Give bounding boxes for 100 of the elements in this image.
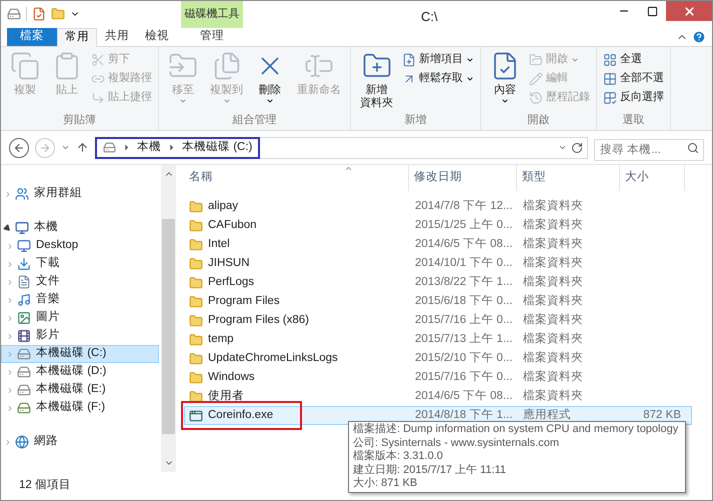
file-row[interactable]: UpdateChromeLinksLogs 2015/2/10 下午 0... 檔案資料夾 xyxy=(184,349,692,368)
type-cell-text: 檔案資料夾 xyxy=(522,217,584,233)
back-button[interactable] xyxy=(9,138,29,158)
breadcrumb-arrow-icon[interactable] xyxy=(167,143,176,152)
tree-item[interactable]: 本機 xyxy=(1,219,159,237)
history-caret-icon[interactable] xyxy=(558,143,567,152)
folder-icon xyxy=(189,294,203,308)
ribbon-tab[interactable]: 檔案 xyxy=(7,28,57,46)
folder-icon xyxy=(189,314,203,328)
date-cell-text: 2014/6/5 下午 08... xyxy=(414,236,514,252)
column-header[interactable]: 名稱 xyxy=(184,165,409,191)
size-cell-text: 872 KB xyxy=(642,408,682,423)
scissors-icon xyxy=(91,52,105,66)
forward-button[interactable] xyxy=(35,138,55,158)
ribbon-button[interactable]: 內容 xyxy=(485,47,525,112)
ribbon-button[interactable]: 反向選擇 xyxy=(601,88,666,107)
scrollbar-thumb[interactable] xyxy=(162,219,175,434)
sort-ascending-icon xyxy=(344,164,353,173)
address-field[interactable]: 本機 本機磁碟 (C:) xyxy=(95,136,588,158)
file-row[interactable]: alipay 2014/7/8 下午 12... 檔案資料夾 xyxy=(184,197,692,216)
tree-item[interactable]: 本機磁碟 (E:) xyxy=(1,381,159,399)
file-row[interactable]: temp 2015/7/13 上午 1... 檔案資料夾 xyxy=(184,330,692,349)
ribbon-button[interactable]: 輕鬆存取 xyxy=(400,69,476,88)
recent-caret-icon[interactable] xyxy=(61,143,70,152)
tree-item[interactable]: Desktop xyxy=(1,237,159,255)
tree-item[interactable]: 本機磁碟 (D:) xyxy=(1,363,159,381)
expanded-arrow-icon[interactable] xyxy=(4,224,12,232)
tree-item[interactable]: 本機磁碟 (C:) xyxy=(1,345,159,363)
file-name: PerfLogs xyxy=(208,274,254,290)
tree-item[interactable]: 本機磁碟 (F:) xyxy=(1,399,159,417)
type-cell-text: 檔案資料夾 xyxy=(522,274,584,290)
computer-icon xyxy=(15,221,29,235)
invert-selection-icon xyxy=(603,90,617,104)
file-name: alipay xyxy=(208,198,238,214)
window-title: C:\ xyxy=(421,8,438,26)
drive-icon xyxy=(7,7,21,21)
file-row[interactable]: Program Files (x86) 2015/7/16 上午 0... 檔案資料夾 xyxy=(184,311,692,330)
new-folder-icon[interactable] xyxy=(51,7,65,21)
ribbon-tab[interactable]: 管理 xyxy=(181,28,243,46)
tree-item[interactable]: 網路 xyxy=(1,433,159,451)
ribbon-button[interactable]: 全選 xyxy=(601,50,666,69)
file-name: JIHSUN xyxy=(208,256,250,271)
ribbon-button[interactable]: 新增 資料夾 xyxy=(355,47,398,112)
folder-icon xyxy=(189,370,203,384)
help-icon[interactable] xyxy=(692,30,706,44)
file-row[interactable]: JIHSUN 2014/10/1 下午 0... 檔案資料夾 xyxy=(184,254,692,273)
breadcrumb-arrow-icon[interactable] xyxy=(122,143,131,152)
tree-item[interactable]: 影片 xyxy=(1,327,159,345)
folder-icon xyxy=(189,256,203,270)
button-label: 資料夾 xyxy=(360,97,393,110)
copy-icon xyxy=(10,51,40,81)
ribbon-button[interactable]: 刪除 xyxy=(250,47,290,112)
column-header[interactable]: 類型 xyxy=(517,165,620,191)
file-row[interactable]: Intel 2014/6/5 下午 08... 檔案資料夾 xyxy=(184,235,692,254)
group-label: 剪貼簿 xyxy=(62,112,97,128)
tree-item[interactable]: 圖片 xyxy=(1,309,159,327)
type-cell-text: 檔案資料夾 xyxy=(522,198,584,214)
documents-icon xyxy=(17,275,31,289)
column-header[interactable]: 修改日期 xyxy=(409,165,517,191)
tooltip-line: 大小: 871 KB xyxy=(353,477,418,490)
ribbon-tab[interactable]: 檢視 xyxy=(137,28,177,46)
application-icon xyxy=(189,408,203,422)
tree-item[interactable]: 文件 xyxy=(1,273,159,291)
file-row[interactable]: CAFubon 2015/1/25 上午 0... 檔案資料夾 xyxy=(184,216,692,235)
tree-item[interactable]: 音樂 xyxy=(1,291,159,309)
tree-item[interactable]: 家用群組 xyxy=(1,185,159,203)
date-cell-text: 2015/6/18 下午 0... xyxy=(414,294,514,309)
type-cell-text: 應用程式 xyxy=(522,408,572,423)
date-cell-text: 2014/7/8 下午 12... xyxy=(414,198,514,214)
up-icon[interactable] xyxy=(76,141,89,154)
file-row[interactable]: Windows 2015/7/16 下午 0... 檔案資料夾 xyxy=(184,368,692,387)
drive-icon xyxy=(17,365,31,379)
close-button[interactable] xyxy=(666,1,712,21)
date-cell-text: 2013/8/22 下午 1... xyxy=(414,274,514,290)
search-field[interactable]: 搜尋 本機... xyxy=(594,138,704,160)
ribbon-tab[interactable]: 共用 xyxy=(97,28,137,46)
breadcrumb-item[interactable]: 本機磁碟 (C:) xyxy=(182,138,252,156)
date-cell-text: 2015/1/25 上午 0... xyxy=(414,218,514,233)
group-label: 組合管理 xyxy=(232,112,278,128)
file-name: CAFubon xyxy=(208,218,257,233)
file-row[interactable]: PerfLogs 2013/8/22 下午 1... 檔案資料夾 xyxy=(184,273,692,292)
tree-item[interactable]: 下載 xyxy=(1,255,159,273)
breadcrumb-item[interactable]: 本機 xyxy=(137,138,161,156)
file-row[interactable]: 使用者 2014/6/5 下午 08... 檔案資料夾 xyxy=(184,387,692,406)
ribbon-button[interactable]: 新增項目 xyxy=(400,50,476,69)
button-label: 新增 xyxy=(366,84,388,97)
history-icon xyxy=(529,90,543,104)
type-cell-text: 檔案資料夾 xyxy=(522,369,584,385)
date-cell-text: 2015/7/13 上午 1... xyxy=(414,332,514,347)
column-header[interactable]: 大小 xyxy=(620,165,685,191)
file-name: 使用者 xyxy=(208,388,244,404)
file-row[interactable]: Program Files 2015/6/18 下午 0... 檔案資料夾 xyxy=(184,292,692,311)
type-cell-text: 檔案資料夾 xyxy=(522,236,584,252)
properties-icon[interactable] xyxy=(32,7,46,21)
file-name: temp xyxy=(208,332,234,347)
caret-icon xyxy=(571,56,579,64)
ribbon-tab[interactable]: 常用 xyxy=(57,28,97,47)
refresh-icon[interactable] xyxy=(571,142,583,154)
scrollbar[interactable] xyxy=(161,165,176,472)
ribbon-button[interactable]: 全部不選 xyxy=(601,69,666,88)
